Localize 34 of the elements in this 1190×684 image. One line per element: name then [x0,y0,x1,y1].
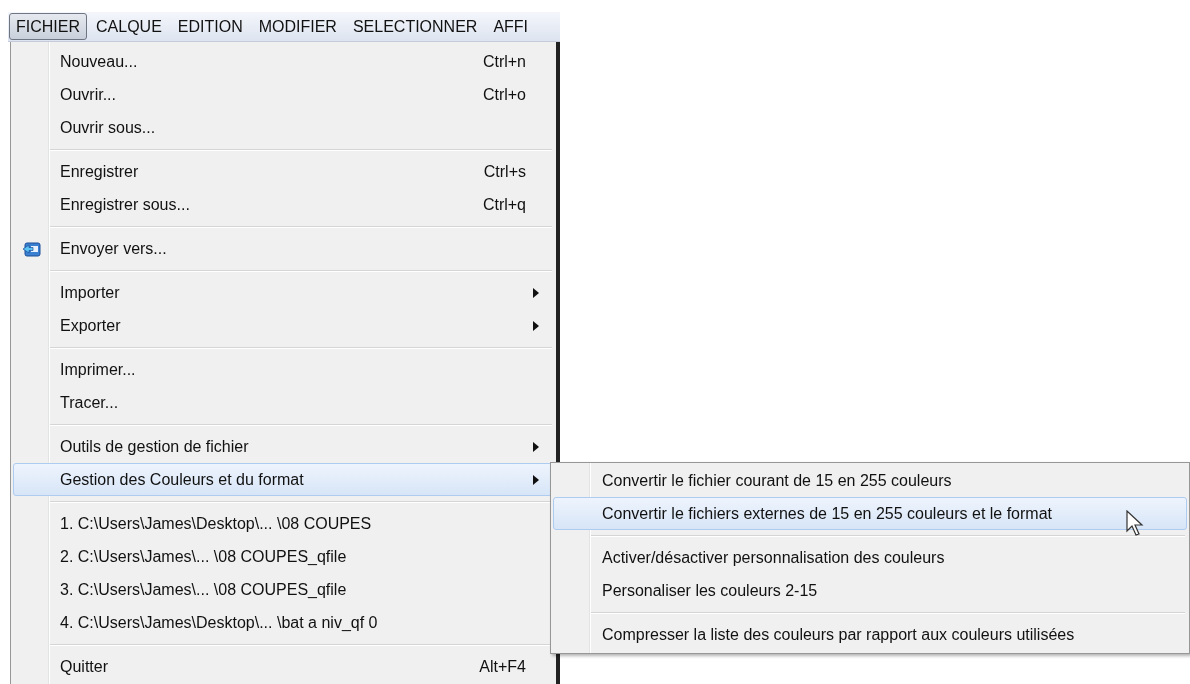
menu-item[interactable]: Enregistrer Ctrl+s [13,155,554,188]
menu-item[interactable]: Quitter Alt+F4 [13,650,554,683]
menu-item[interactable]: Ouvrir... Ctrl+o [13,78,554,111]
menu-item[interactable]: Exporter [13,309,554,342]
shortcut-text: Ctrl+q [482,194,526,215]
mouse-cursor-icon [1126,510,1146,538]
menu-item[interactable]: Tracer... [13,386,554,419]
shortcut-text: Ctrl+o [482,84,526,105]
shortcut-text: Ctrl+n [482,51,526,72]
menu-item[interactable]: Ouvrir sous... [13,111,554,144]
menu-bar-item[interactable]: SELECTIONNER [345,13,485,40]
menu-item[interactable]: Envoyer vers... [13,232,554,265]
menu-bar-item[interactable]: EDITION [170,13,250,40]
menu-item[interactable]: Nouveau... Ctrl+n [13,45,554,78]
menu-item[interactable]: 1. C:\Users\James\Desktop\... \08 COUPES [13,507,554,540]
menu-item[interactable]: Imprimer... [13,353,554,386]
menu-bar-item[interactable]: CALQUE [89,13,169,40]
menu-bar-item[interactable]: FICHIER [9,13,87,40]
menu-item[interactable]: Importer [13,276,554,309]
shortcut-text: Ctrl+s [483,161,526,182]
send-icon [22,239,42,258]
menu-bar-item[interactable]: MODIFIER [251,13,344,40]
submenu-item[interactable]: Convertir le fichier courant de 15 en 255 couleurs [553,464,1187,497]
menu-item[interactable]: Outils de gestion de fichier [13,430,554,463]
menu-item[interactable]: 2. C:\Users\James\... \08 COUPES_qfile [13,540,554,573]
submenu-item[interactable]: Personaliser les couleurs 2-15 [553,574,1187,607]
menu-item[interactable]: 4. C:\Users\James\Desktop\... \bat a niv_qf 0 [13,606,554,639]
menu-bar-item[interactable]: AFFI [486,13,536,40]
menu-item[interactable]: Enregistrer sous... Ctrl+q [13,188,554,221]
menu-item[interactable]: 3. C:\Users\James\... \08 COUPES_qfile [13,573,554,606]
shortcut-text: Alt+F4 [479,656,526,677]
submenu-item[interactable]: Compresser la liste des couleurs par rapport aux couleurs utilisées [553,618,1187,651]
submenu-item[interactable]: Convertir le fichiers externes de 15 en 255 couleurs et le format [553,497,1187,530]
submenu-item[interactable]: Activer/désactiver personnalisation des couleurs [553,541,1187,574]
